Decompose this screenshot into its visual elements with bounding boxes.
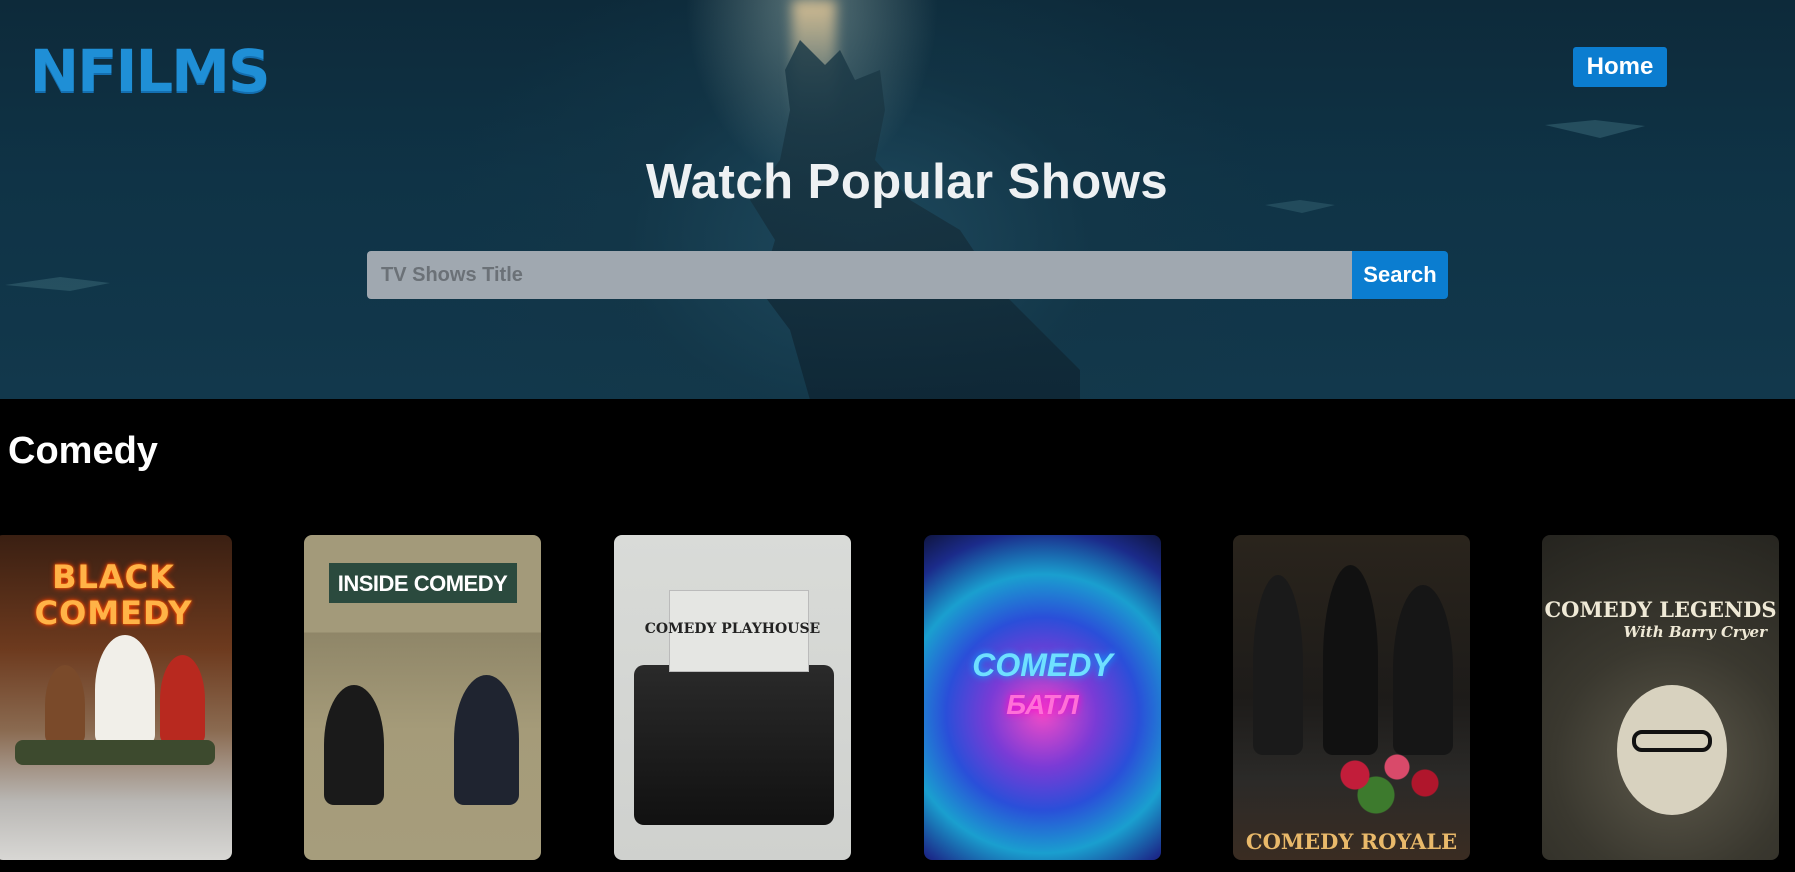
poster-figure: [324, 685, 384, 805]
poster-figure: [45, 665, 85, 745]
poster-comedy-royale[interactable]: COMEDY ROYALE: [1233, 535, 1470, 860]
hero-background-creature: [750, 40, 1080, 399]
poster-title-line2: COMEDY: [34, 594, 193, 632]
poster-comedy-legends[interactable]: COMEDY LEGENDS With Barry Cryer: [1542, 535, 1779, 860]
poster-title: INSIDE COMEDY: [337, 571, 508, 596]
poster-comedy-playhouse[interactable]: COMEDY PLAYHOUSE: [614, 535, 851, 860]
poster-title: COMEDY ROYALE: [1245, 829, 1458, 854]
poster-row: BLACK COMEDY INSIDE COMEDY COMEDY PLAYHO…: [0, 535, 1795, 860]
poster-figure: [95, 635, 155, 745]
poster-subtitle: With Barry Cryer: [1623, 623, 1767, 641]
hero-banner: NFILMS Home Watch Popular Shows Search: [0, 0, 1795, 399]
poster-figure: [1253, 575, 1303, 755]
glasses-icon: [1632, 730, 1712, 752]
poster-figure: [1393, 585, 1453, 755]
poster-inside-comedy[interactable]: INSIDE COMEDY: [304, 535, 541, 860]
poster-figure: [160, 655, 205, 745]
search-input[interactable]: [367, 251, 1352, 299]
section-title-comedy: Comedy: [8, 430, 158, 472]
poster-title-line1: BLACK: [52, 558, 175, 596]
poster-title: COMEDY LEGENDS: [1544, 597, 1777, 622]
poster-figure: [15, 740, 215, 765]
poster-black-comedy[interactable]: BLACK COMEDY: [0, 535, 232, 860]
nfilms-logo[interactable]: NFILMS: [30, 40, 271, 102]
search-button[interactable]: Search: [1352, 251, 1448, 299]
drone-icon: [5, 277, 110, 291]
poster-title: COMEDY PLAYHOUSE: [644, 621, 821, 637]
hero-title: Watch Popular Shows: [645, 155, 1169, 209]
typewriter-image: [634, 665, 834, 825]
poster-figure: [454, 675, 519, 805]
poster-figure: [1323, 565, 1378, 755]
poster-flowers: [1313, 735, 1453, 815]
drone-icon: [1545, 120, 1645, 138]
search-bar: Search: [367, 251, 1448, 299]
poster-title-line2: БАТЛ: [1006, 689, 1079, 720]
home-button[interactable]: Home: [1573, 47, 1667, 87]
poster-title-line1: COMEDY: [972, 647, 1113, 683]
poster-comedy-batl[interactable]: COMEDY БАТЛ: [924, 535, 1161, 860]
